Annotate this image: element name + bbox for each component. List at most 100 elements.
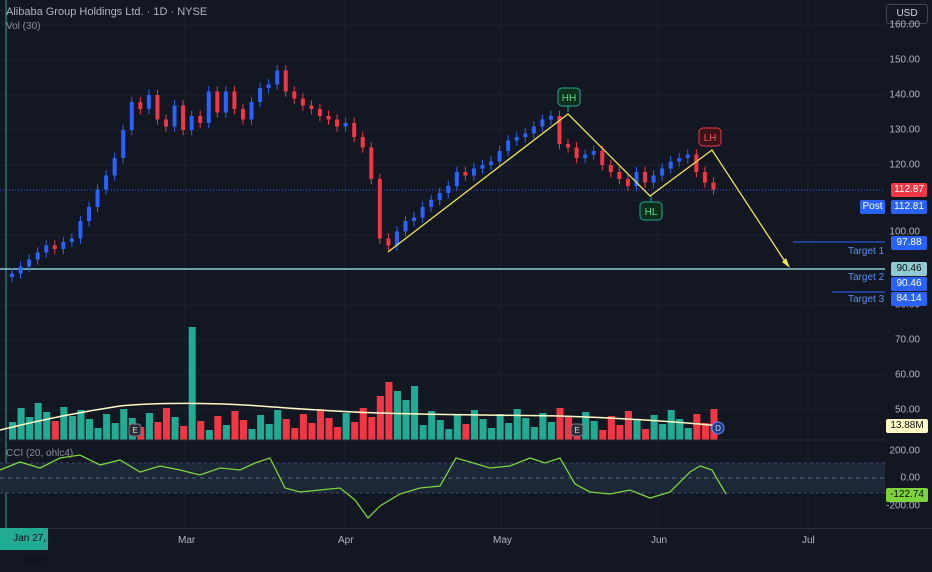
volume-bar: [436, 420, 444, 440]
volume-bar: [282, 419, 290, 440]
volume-bar: [522, 418, 530, 440]
candle-body: [608, 165, 613, 172]
volume-bars: [9, 327, 718, 440]
volume-bar: [616, 425, 624, 440]
earnings-marker-1-text: E: [132, 426, 137, 435]
candle-body: [463, 172, 468, 176]
volume-bar: [145, 413, 153, 440]
volume-bar: [188, 327, 196, 440]
target1-tag: 97.88: [891, 236, 927, 250]
last-price-tag: 112.87: [891, 183, 927, 197]
volume-bar: [411, 386, 419, 440]
volume-bar: [488, 428, 496, 440]
volume-bar: [68, 416, 76, 440]
candle-body: [335, 119, 340, 127]
volume-bar: [274, 410, 282, 440]
volume-bar: [85, 419, 94, 440]
cursor-date-badge: Jan 27, 2025: [0, 528, 48, 566]
volume-bar: [650, 415, 658, 440]
volume-bar: [479, 419, 487, 440]
price-tick: 120.00: [889, 159, 920, 171]
volume-bar: [547, 422, 555, 440]
volume-bar: [43, 412, 51, 440]
volume-bar: [385, 382, 393, 440]
candle-body: [138, 102, 143, 109]
volume-bar: [94, 428, 102, 440]
time-label: Jul: [802, 535, 815, 546]
volume-bar: [111, 423, 119, 440]
post-label: Post: [860, 200, 885, 214]
candle-body: [651, 175, 656, 183]
volume-bar: [351, 422, 359, 440]
volume-bar: [120, 409, 128, 440]
volume-bar: [556, 408, 564, 440]
price-tick: 160.00: [889, 19, 920, 31]
candle-body: [155, 95, 160, 120]
target1-label: Target 1: [848, 246, 885, 257]
candle-body: [129, 102, 134, 130]
candle-body: [181, 105, 186, 130]
candle-body: [660, 168, 665, 176]
volume-bar: [513, 409, 521, 440]
candle-body: [369, 147, 374, 179]
candle-body: [206, 91, 211, 123]
candle-body: [61, 242, 66, 249]
candle-body: [540, 119, 545, 127]
time-label: Mar: [178, 535, 196, 546]
candle-body: [104, 175, 109, 190]
candle-body: [480, 165, 485, 169]
candle-body: [198, 116, 203, 123]
candle-body: [514, 137, 519, 141]
volume-bar: [257, 415, 265, 440]
time-axis[interactable]: Mar Apr May Jun Jul: [0, 528, 932, 551]
volume-legend[interactable]: Vol (30): [6, 21, 40, 32]
volume-bar: [419, 425, 427, 440]
candle-body: [377, 179, 382, 239]
price-tick: 130.00: [889, 124, 920, 136]
candle-body: [172, 105, 177, 127]
volume-bar: [693, 414, 701, 440]
volume-bar: [607, 416, 615, 440]
volume-bar: [77, 410, 85, 440]
candle-body: [112, 158, 117, 176]
price-tick: 150.00: [889, 54, 920, 66]
volume-bar: [590, 421, 598, 440]
chart-canvas[interactable]: HH HL LH E E D: [0, 0, 932, 528]
price-tick: 70.00: [894, 334, 920, 346]
candle-body: [121, 130, 126, 158]
candle-body: [52, 245, 57, 249]
volume-bar: [599, 430, 607, 440]
candle-body: [548, 116, 553, 120]
candle-body: [437, 193, 442, 200]
candle-body: [352, 123, 357, 137]
cci-legend[interactable]: CCI (20, ohlc4): [6, 448, 73, 459]
candle-body: [617, 172, 622, 179]
candle-body: [668, 161, 673, 169]
price-tick: 50.00: [894, 404, 920, 416]
volume-bar: [231, 411, 239, 440]
volume-bar: [667, 410, 675, 440]
post-price-tag: 112.81: [891, 200, 927, 214]
candle-body: [317, 109, 322, 116]
volume-bar: [162, 408, 171, 440]
candle-body: [309, 105, 314, 109]
volume-bar: [265, 424, 273, 440]
candle-body: [643, 172, 648, 183]
candle-body: [240, 109, 245, 120]
candle-body: [44, 245, 49, 253]
volume-bar: [26, 417, 34, 440]
volume-bar: [9, 422, 17, 440]
candle-body: [300, 98, 305, 106]
volume-bar: [633, 420, 641, 440]
target3-label: Target 3: [848, 294, 885, 305]
volume-bar: [642, 429, 650, 440]
volume-bar: [205, 430, 213, 440]
symbol-title[interactable]: Alibaba Group Holdings Ltd. · 1D · NYSE: [6, 6, 207, 18]
target2-tag: 90.46: [891, 277, 927, 291]
volume-bar: [659, 424, 667, 440]
candle-body: [275, 70, 280, 85]
cci-tick: 200.00: [889, 445, 920, 457]
volume-bar: [342, 413, 350, 440]
lh-label: LH: [704, 133, 717, 144]
candle-body: [69, 238, 74, 242]
